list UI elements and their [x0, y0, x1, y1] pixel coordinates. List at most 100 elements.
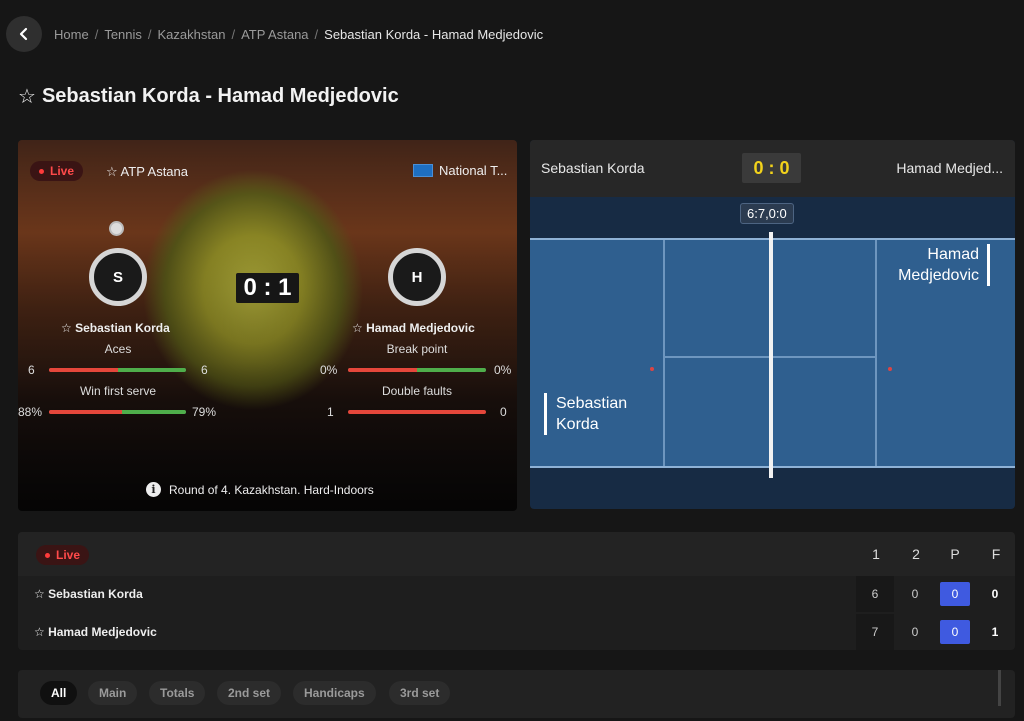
player2-final-value: 1 [991, 625, 999, 639]
player1-set1-value: 6 [871, 587, 879, 601]
stat-label-aces: Aces [104, 342, 132, 356]
stat-bar-first-serve [49, 410, 186, 414]
scoreboard-row: ☆ Hamad Medjedovic 7 0 0 1 [18, 614, 1015, 650]
player1-avatar: S [89, 248, 147, 306]
player1-initial: S [112, 268, 123, 286]
court-header: Sebastian Korda 0 : 0 Hamad Medjed... [530, 140, 1015, 197]
court-net [769, 232, 773, 478]
stat-bar-aces-p1 [49, 368, 118, 372]
match-score: 0 : 1 [236, 273, 299, 303]
live-label: Live [50, 164, 75, 178]
player1-final-value: 0 [991, 587, 999, 601]
stat-bar-aces-p2 [117, 368, 186, 372]
breadcrumb-atp-astana[interactable]: ATP Astana [241, 27, 308, 42]
info-icon[interactable]: i [146, 482, 161, 497]
player2-set2: 0 [896, 614, 934, 650]
court-player1-name: Sebastian Korda [541, 160, 645, 176]
court-label-player2-line2: Medjedovic [898, 267, 979, 284]
national-label: National T... [413, 163, 507, 178]
scoreboard-row: ☆ Sebastian Korda 6 0 0 0 [18, 576, 1015, 612]
tab-handicaps[interactable]: Handicaps [293, 681, 376, 705]
live-badge: Live [30, 161, 84, 181]
tab-main[interactable]: Main [88, 681, 138, 705]
match-card: Live ☆ ATP Astana National T... S H 0 : … [18, 140, 517, 511]
tab-3rd-set[interactable]: 3rd set [389, 681, 451, 705]
top-bar: Home / Tennis / Kazakhstan / ATP Astana … [0, 0, 1024, 72]
stat-value-double-faults-p1: 1 [327, 405, 334, 419]
player2-avatar: H [388, 248, 446, 306]
tab-all[interactable]: All [40, 681, 78, 705]
favorite-star-icon[interactable]: ☆ [18, 84, 36, 109]
scoreboard-live-label: Live [56, 548, 81, 562]
stat-label-break-point: Break point [386, 342, 448, 356]
court-label-player2-line1: Hamad [927, 246, 979, 263]
tennis-ball-icon [109, 221, 124, 236]
column-set2: 2 [912, 546, 920, 562]
player2-set2-value: 0 [911, 625, 919, 639]
player1-set2: 0 [896, 576, 934, 612]
stat-bar-first-serve-p2 [121, 410, 186, 414]
tab-2nd-set[interactable]: 2nd set [217, 681, 282, 705]
stat-bar-break-point-p2 [417, 368, 486, 372]
player2-set1: 7 [856, 614, 894, 650]
scoreboard-header: Live 1 2 P F [18, 532, 1015, 576]
breadcrumb-current: Sebastian Korda - Hamad Medjedovic [324, 27, 544, 42]
court-service-line-right [875, 240, 877, 466]
live-dot-icon [39, 168, 44, 174]
round-info-text: Round of 4. Kazakhstan. Hard-Indoors [169, 482, 374, 497]
breadcrumb-kazakhstan[interactable]: Kazakhstan [158, 27, 226, 42]
court-label-player1-line1: Sebastian [556, 395, 628, 412]
tournament-name[interactable]: ☆ ATP Astana [106, 164, 188, 180]
stat-value-aces-p1: 6 [28, 363, 35, 377]
breadcrumb-tennis[interactable]: Tennis [104, 27, 142, 42]
stat-bar-aces [49, 368, 186, 372]
breadcrumb-separator: / [314, 27, 319, 42]
page-title-text: Sebastian Korda - Hamad Medjedovic [41, 85, 399, 107]
scoreboard: Live 1 2 P F ☆ Sebastian Korda 6 0 0 0 ☆… [18, 532, 1015, 650]
court-player2-name: Hamad Medjed... [896, 160, 1003, 176]
breadcrumb-home[interactable]: Home [54, 27, 89, 42]
stat-value-first-serve-p2: 79% [192, 405, 217, 419]
market-tabs: All Main Totals 2nd set Handicaps 3rd se… [18, 670, 1015, 718]
court-marker [888, 367, 892, 371]
column-final: F [991, 546, 1001, 562]
back-button[interactable] [6, 16, 42, 52]
court-service-line-left [663, 240, 665, 466]
player2-final: 1 [976, 614, 1014, 650]
player1-name[interactable]: ☆ Sebastian Korda [61, 321, 170, 335]
breadcrumb-separator: / [147, 27, 152, 42]
player1-set2-value: 0 [911, 587, 919, 601]
column-set1: 1 [872, 546, 880, 562]
player1-final: 0 [976, 576, 1014, 612]
stat-value-double-faults-p2: 0 [500, 405, 507, 419]
stat-label-first-serve: Win first serve [79, 384, 156, 398]
court-label-player1: Sebastian Korda [544, 393, 627, 435]
player2-points: 0 [936, 614, 974, 650]
player1-points: 0 [936, 576, 974, 612]
breadcrumb: Home / Tennis / Kazakhstan / ATP Astana … [54, 27, 543, 42]
stat-value-break-point-p2: 0% [494, 363, 512, 377]
tab-totals[interactable]: Totals [149, 681, 206, 705]
player1-points-value: 0 [940, 582, 970, 606]
live-dot-icon [45, 552, 50, 558]
stat-bar-break-point-p1 [348, 368, 417, 372]
stat-value-aces-p2: 6 [201, 363, 208, 377]
player2-initial: H [411, 268, 423, 286]
stat-bar-break-point [348, 368, 486, 372]
stat-bar-first-serve-p1 [49, 410, 122, 414]
chevron-left-icon [19, 27, 28, 41]
flag-icon [413, 164, 433, 177]
scoreboard-live-badge: Live [36, 545, 90, 565]
player2-name[interactable]: ☆ Hamad Medjedovic [352, 321, 475, 335]
tabs-scrollbar[interactable] [998, 670, 1001, 706]
stat-value-break-point-p1: 0% [320, 363, 338, 377]
court-label-player2: Hamad Medjedovic [898, 244, 990, 286]
scoreboard-player1-name[interactable]: ☆ Sebastian Korda [34, 587, 143, 601]
stat-value-first-serve-p1: 88% [18, 405, 43, 419]
round-info: i Round of 4. Kazakhstan. Hard-Indoors [146, 482, 374, 497]
player2-set1-value: 7 [871, 625, 879, 639]
player2-points-value: 0 [940, 620, 970, 644]
court-score: 0 : 0 [742, 153, 801, 183]
scoreboard-player2-name[interactable]: ☆ Hamad Medjedovic [34, 625, 157, 639]
breadcrumb-separator: / [231, 27, 236, 42]
